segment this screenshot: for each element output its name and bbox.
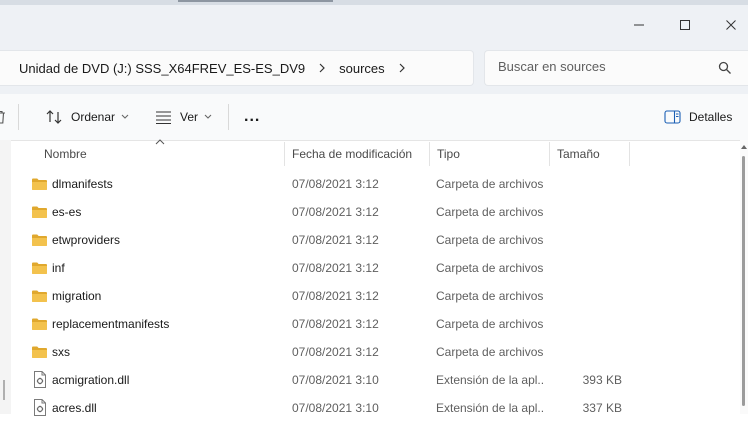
file-type: Carpeta de archivos bbox=[436, 205, 544, 219]
file-type: Extensión de la apl... bbox=[436, 401, 544, 415]
close-button[interactable] bbox=[708, 10, 748, 40]
folder-icon bbox=[31, 345, 48, 362]
file-row[interactable]: migration 07/08/2021 3:12 Carpeta de archi… bbox=[15, 282, 729, 310]
maximize-button[interactable] bbox=[662, 10, 708, 40]
trash-icon bbox=[0, 110, 5, 124]
column-header-type[interactable]: Tipo bbox=[437, 140, 460, 168]
search-icon[interactable] bbox=[718, 61, 732, 78]
view-button[interactable]: Ver bbox=[155, 102, 212, 132]
dll-file-icon bbox=[33, 399, 47, 419]
file-date: 07/08/2021 3:12 bbox=[292, 289, 379, 303]
file-size: 337 KB bbox=[582, 401, 622, 415]
folder-icon bbox=[31, 205, 48, 222]
file-row[interactable]: sxs 07/08/2021 3:12 Carpeta de archivos bbox=[15, 338, 729, 366]
file-type: Carpeta de archivos bbox=[436, 233, 544, 247]
delete-button[interactable] bbox=[0, 102, 8, 132]
toolbar-separator bbox=[18, 104, 19, 130]
file-date: 07/08/2021 3:12 bbox=[292, 233, 379, 247]
sort-ascending-icon bbox=[155, 139, 165, 145]
file-row[interactable]: etwproviders 07/08/2021 3:12 Carpeta de ar… bbox=[15, 226, 729, 254]
breadcrumb-drive[interactable]: Unidad de DVD (J:) SSS_X64FREV_ES-ES_DV9 bbox=[19, 61, 305, 76]
details-label: Detalles bbox=[689, 110, 733, 124]
scroll-up-icon[interactable] bbox=[740, 144, 748, 150]
column-divider[interactable] bbox=[549, 142, 550, 166]
search-box[interactable] bbox=[484, 50, 748, 86]
navigation-bar: Unidad de DVD (J:) SSS_X64FREV_ES-ES_DV9… bbox=[0, 42, 748, 94]
file-name: sxs bbox=[52, 345, 70, 359]
file-name: replacementmanifests bbox=[52, 317, 170, 331]
file-row[interactable]: acmigration.dll 07/08/2021 3:10 Extensión … bbox=[15, 366, 729, 394]
folder-icon bbox=[31, 289, 48, 306]
file-row[interactable]: acres.dll 07/08/2021 3:10 Extensión de la … bbox=[15, 394, 729, 422]
sort-icon bbox=[46, 110, 62, 124]
close-icon bbox=[726, 20, 736, 30]
column-header-date[interactable]: Fecha de modificación bbox=[292, 140, 412, 168]
folder-icon bbox=[31, 177, 48, 194]
minimize-icon bbox=[634, 24, 644, 26]
address-bar[interactable]: Unidad de DVD (J:) SSS_X64FREV_ES-ES_DV9… bbox=[0, 50, 474, 86]
column-divider[interactable] bbox=[629, 142, 630, 166]
folder-icon bbox=[31, 317, 48, 334]
more-options-button[interactable]: ... bbox=[244, 102, 260, 132]
file-date: 07/08/2021 3:10 bbox=[292, 401, 379, 415]
file-row[interactable]: replacementmanifests 07/08/2021 3:12 Carpe… bbox=[15, 310, 729, 338]
column-divider[interactable] bbox=[284, 142, 285, 166]
file-name: inf bbox=[52, 261, 65, 275]
file-row[interactable]: dlmanifests 07/08/2021 3:12 Carpeta de arc… bbox=[15, 170, 729, 198]
vertical-scrollbar[interactable] bbox=[740, 140, 748, 414]
column-header-size[interactable]: Tamaño bbox=[557, 140, 600, 168]
breadcrumb-sources[interactable]: sources bbox=[339, 61, 385, 76]
file-date: 07/08/2021 3:12 bbox=[292, 345, 379, 359]
column-headers: Nombre Fecha de modificación Tipo Tamaño bbox=[0, 139, 748, 168]
file-name: etwproviders bbox=[52, 233, 121, 247]
scrollbar-thumb[interactable] bbox=[742, 156, 745, 406]
folder-icon bbox=[31, 261, 48, 278]
file-date: 07/08/2021 3:12 bbox=[292, 177, 379, 191]
file-type: Carpeta de archivos bbox=[436, 177, 544, 191]
column-divider[interactable] bbox=[429, 142, 430, 166]
sort-button[interactable]: Ordenar bbox=[46, 102, 129, 132]
file-name: migration bbox=[52, 289, 102, 303]
pane-resize-handle[interactable] bbox=[3, 380, 5, 400]
folder-icon bbox=[31, 233, 48, 250]
file-name: dlmanifests bbox=[52, 177, 113, 191]
file-row[interactable]: inf 07/08/2021 3:12 Carpeta de archivos bbox=[15, 254, 729, 282]
chevron-down-icon bbox=[121, 114, 129, 119]
file-date: 07/08/2021 3:10 bbox=[292, 373, 379, 387]
maximize-icon bbox=[680, 20, 690, 30]
chevron-down-icon bbox=[204, 114, 212, 119]
details-button[interactable]: Detalles bbox=[664, 102, 732, 132]
file-row[interactable]: es-es 07/08/2021 3:12 Carpeta de archivos bbox=[15, 198, 729, 226]
toolbar-separator bbox=[228, 104, 229, 130]
view-label: Ver bbox=[180, 110, 199, 124]
file-name: acres.dll bbox=[52, 401, 97, 415]
sort-label: Ordenar bbox=[71, 110, 116, 124]
details-pane-icon bbox=[664, 110, 681, 124]
file-type: Carpeta de archivos bbox=[436, 317, 544, 331]
file-name: es-es bbox=[52, 205, 82, 219]
file-type: Carpeta de archivos bbox=[436, 289, 544, 303]
file-type: Extensión de la apl... bbox=[436, 373, 544, 387]
taskbar-highlight bbox=[178, 0, 333, 2]
breadcrumb-chevron-icon[interactable] bbox=[311, 63, 333, 73]
file-type: Carpeta de archivos bbox=[436, 261, 544, 275]
navigation-pane-edge bbox=[0, 140, 11, 414]
command-bar: Ordenar Ver ... Detalles bbox=[0, 94, 748, 141]
file-size: 393 KB bbox=[582, 373, 622, 387]
column-header-name[interactable]: Nombre bbox=[44, 140, 87, 168]
file-date: 07/08/2021 3:12 bbox=[292, 205, 379, 219]
minimize-button[interactable] bbox=[616, 10, 662, 40]
breadcrumb-chevron-icon[interactable] bbox=[391, 63, 413, 73]
dll-file-icon bbox=[33, 371, 47, 391]
more-options-icon: ... bbox=[244, 108, 261, 125]
file-type: Carpeta de archivos bbox=[436, 345, 544, 359]
view-list-icon bbox=[156, 111, 171, 124]
search-input[interactable] bbox=[498, 59, 708, 74]
file-date: 07/08/2021 3:12 bbox=[292, 261, 379, 275]
file-name: acmigration.dll bbox=[52, 373, 130, 387]
title-bar bbox=[0, 5, 748, 42]
file-date: 07/08/2021 3:12 bbox=[292, 317, 379, 331]
